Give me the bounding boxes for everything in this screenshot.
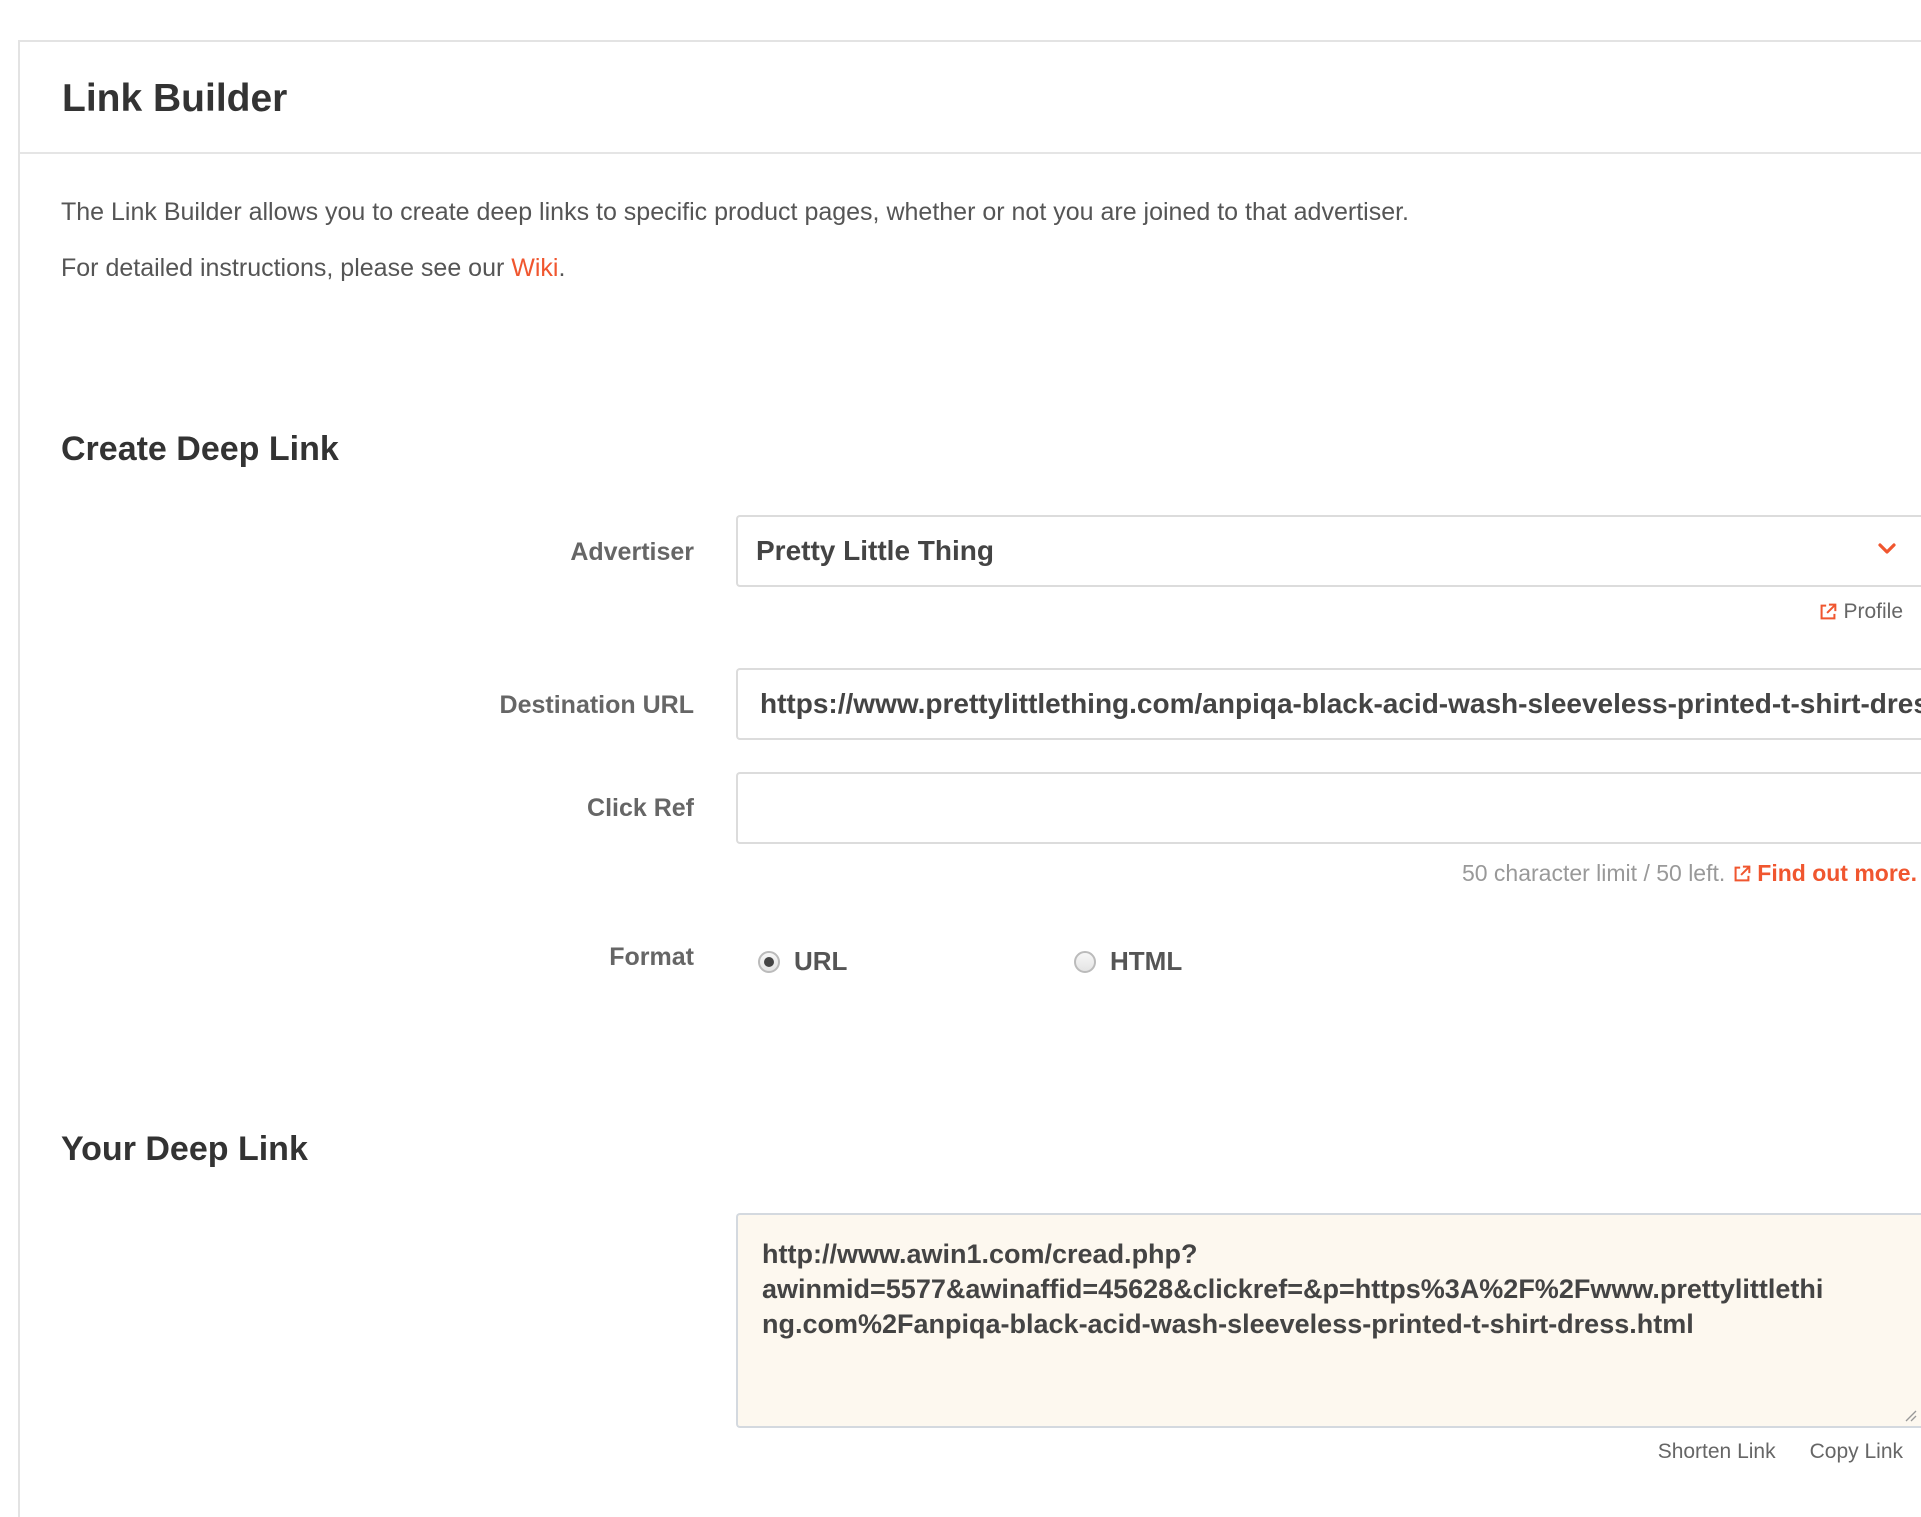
click-ref-field (736, 772, 1921, 844)
intro-instructions-prefix: For detailed instructions, please see ou… (61, 254, 512, 282)
copy-link-button[interactable]: Copy Link (1810, 1440, 1903, 1464)
profile-link[interactable]: Profile (1817, 600, 1903, 624)
your-deep-link-heading: Your Deep Link (61, 1130, 308, 1168)
wiki-link[interactable]: Wiki (511, 254, 558, 282)
click-ref-input[interactable] (738, 774, 1921, 842)
format-radio-html-label: HTML (1110, 946, 1183, 976)
format-label: Format (609, 943, 694, 971)
find-out-more-link[interactable]: Find out more. (1731, 860, 1917, 887)
radio-button-unchecked[interactable] (1074, 950, 1096, 973)
chevron-down-icon (1878, 543, 1896, 554)
external-link-icon (1821, 603, 1837, 620)
advertiser-select[interactable]: Pretty Little Thing (736, 515, 1921, 587)
find-out-more-label: Find out more. (1757, 860, 1917, 886)
destination-url-input[interactable] (738, 670, 1921, 738)
intro-instructions-suffix: . (558, 254, 566, 282)
format-radio-url-label: URL (794, 946, 848, 976)
format-radio-html[interactable]: HTML (1074, 946, 1182, 977)
radio-button-checked[interactable] (758, 950, 780, 973)
resize-grip-icon[interactable] (1903, 1408, 1917, 1422)
page-title: Link Builder (62, 77, 288, 120)
destination-url-field (736, 668, 1921, 740)
advertiser-selected-value: Pretty Little Thing (756, 535, 994, 566)
format-radio-url[interactable]: URL (758, 946, 847, 977)
panel-header: Link Builder (20, 42, 1921, 154)
click-ref-hint: 50 character limit / 50 left. Find out m… (1462, 860, 1917, 887)
shorten-link-button[interactable]: Shorten Link (1658, 1440, 1776, 1464)
external-link-icon (1734, 865, 1751, 881)
deep-link-output-box: http://www.awin1.com/cread.php? awinmid=… (736, 1213, 1921, 1428)
character-limit-text: 50 character limit / 50 left. (1461, 860, 1726, 886)
intro-description: The Link Builder allows you to create de… (61, 198, 1409, 226)
deep-link-output[interactable]: http://www.awin1.com/cread.php? awinmid=… (760, 1235, 1914, 1409)
advertiser-label: Advertiser (570, 538, 694, 566)
click-ref-label: Click Ref (587, 794, 694, 822)
destination-url-label: Destination URL (499, 691, 694, 719)
profile-link-label: Profile (1843, 600, 1903, 623)
create-deep-link-heading: Create Deep Link (61, 430, 339, 468)
intro-instructions: For detailed instructions, please see ou… (61, 254, 565, 283)
deep-link-actions: Shorten Link Copy Link (1658, 1440, 1903, 1464)
